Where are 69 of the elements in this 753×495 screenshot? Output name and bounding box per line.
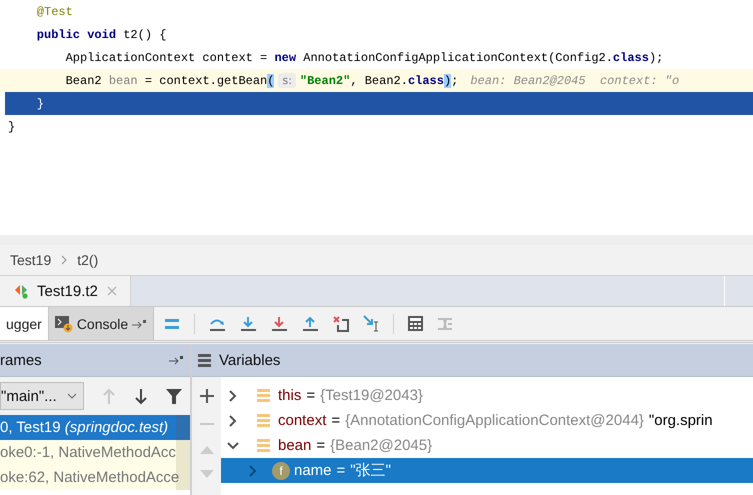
code-text: = context.getBean [144,74,268,88]
panel-title: Variables [219,352,280,368]
breadcrumb-item[interactable]: Test19 [10,252,52,268]
cursor-arrow-icon[interactable] [363,315,380,332]
inline-value-hint: bean: Bean2@2045 context: "o [470,74,680,88]
code-text: } [36,96,44,110]
code-text: } [8,120,16,134]
filter-icon[interactable] [166,388,182,404]
code-text: Bean2 [64,74,103,88]
variable-icon [257,389,270,402]
variable-value: {Bean2@2045} [330,437,432,454]
chevron-right-icon [60,254,68,266]
chevron-right-icon[interactable] [227,414,239,426]
code-text: bean [108,74,138,88]
down-arrow-icon[interactable] [271,316,288,332]
code-text: public void [36,28,118,42]
code-text: @Test [36,4,73,18]
variable-name: bean [278,437,312,454]
code-text: "Bean2" [300,74,350,88]
variable-row[interactable]: bean = {Bean2@2045} [221,433,753,458]
variable-row[interactable]: f name = "张三" [221,458,753,483]
chevron-down-icon[interactable] [227,440,239,452]
code-text: t2() { [123,28,166,42]
parameter-hint: s: [278,73,296,88]
assign-sign: = [306,387,316,404]
code-text: new [274,50,298,64]
down-arrow-icon[interactable] [240,316,258,332]
variable-row[interactable]: context = {AnnotationConfigApplicationContext@2044} "org.sprin [221,408,753,433]
variable-icon [257,414,270,427]
code-text: AnnotationConfigApplicationContext(Config2. [303,50,613,64]
code-text: ApplicationContext context = [64,50,268,64]
code-text: class [408,74,444,88]
variable-row[interactable]: this = {Test19@2043} [221,383,753,408]
variable-name: name [294,462,332,479]
thread-dropdown[interactable]: "main"... [0,382,84,410]
plus-icon[interactable] [200,389,214,403]
code-text: ); [648,50,664,64]
caret-icon [67,393,77,399]
code-text: ; [451,74,458,88]
chevron-right-icon[interactable] [227,390,239,402]
variable-value: {AnnotationConfigApplicationContext@2044} [345,412,644,429]
down-arrow-icon[interactable] [134,388,148,404]
stack-frame-item[interactable]: oke0:-1, NativeMethodAcc [0,440,190,465]
variable-value: "张三" [350,461,391,480]
debug-session-tab[interactable]: Test19.t2 [0,276,131,306]
variable-string-value: "org.sprin [648,412,713,429]
console-icon [54,314,73,332]
code-text: class [612,50,649,64]
field-icon: f [272,462,290,480]
assign-sign: = [331,412,340,429]
panel-title: rames [0,352,42,368]
code-text: ( [267,74,274,88]
tool-window-tab[interactable]: Console [48,307,154,340]
code-text: ) [444,74,452,88]
list-icon [198,352,211,368]
variable-name: context [278,412,326,429]
assign-sign: = [336,462,346,479]
tool-window-tab[interactable]: ugger [0,307,49,340]
assign-sign: = [316,437,326,454]
calculator-icon[interactable] [408,316,424,331]
run-debug-icon [14,283,29,299]
code-text: , Bean2. [350,74,408,88]
variable-icon [257,439,270,452]
up-arrow-icon[interactable] [302,316,320,332]
stack-frame-item[interactable]: 0, Test19 (springdoc.test) [0,415,190,440]
variable-name: this [278,387,302,404]
variable-value: {Test19@2043} [320,387,423,404]
breadcrumb-item[interactable]: t2() [77,252,98,268]
stack-frame-item[interactable]: oke:62, NativeMethodAcce [0,465,190,490]
